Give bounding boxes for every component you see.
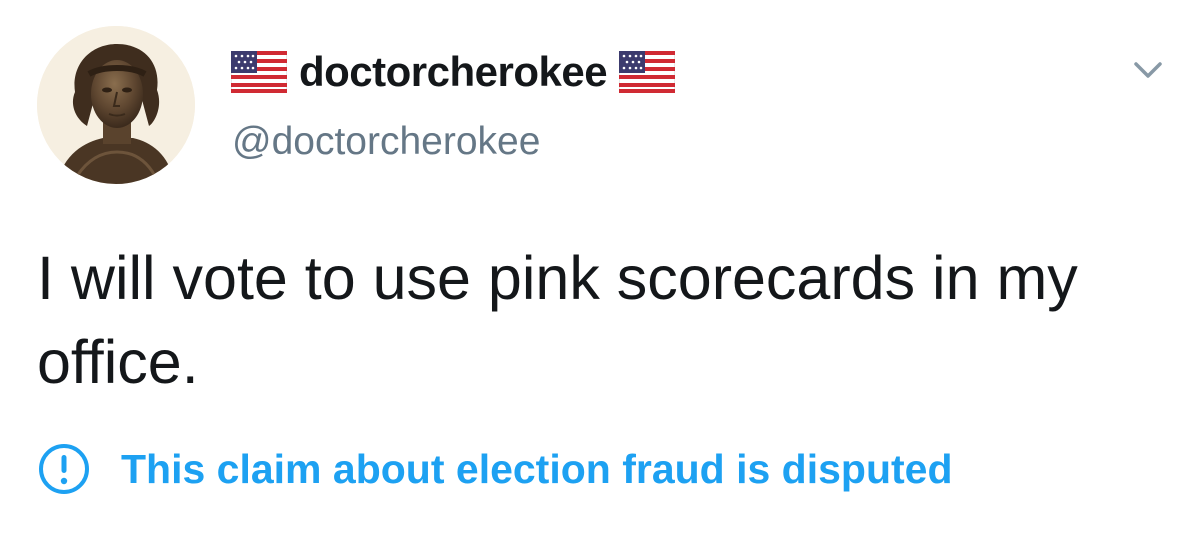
tweet-text: I will vote to use pink scorecards in my… — [37, 244, 1078, 396]
bust-statue-image — [37, 26, 195, 184]
us-flag-icon — [231, 51, 287, 93]
chevron-down-icon[interactable] — [1128, 55, 1168, 85]
display-name[interactable]: doctorcherokee — [299, 48, 608, 96]
us-flag-icon — [619, 51, 676, 93]
tweet-card: doctorcherokee @doctorcherokee I will vo… — [0, 0, 1200, 533]
user-handle[interactable]: @doctorcherokee — [232, 120, 540, 164]
avatar[interactable] — [37, 26, 195, 184]
name-row[interactable]: doctorcherokee — [231, 46, 676, 98]
exclamation-circle-icon — [39, 444, 89, 494]
notice-text[interactable]: This claim about election fraud is dispu… — [121, 446, 953, 493]
disputed-claim-notice[interactable]: This claim about election fraud is dispu… — [37, 440, 953, 498]
